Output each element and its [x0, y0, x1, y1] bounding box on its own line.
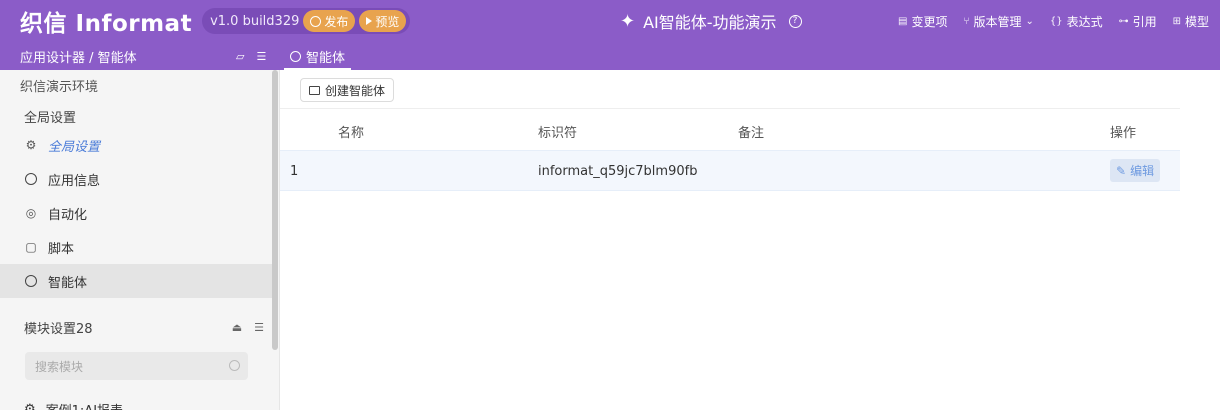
column-header-identifier: 标识符 [538, 126, 578, 141]
reference-label: 引用 [1132, 14, 1157, 29]
sub-header-tools: ▱ ☰ [236, 42, 266, 70]
sidebar-item-label: 全局设置 [48, 139, 101, 155]
sidebar-item-automation[interactable]: ◎ 自动化 [0, 196, 272, 230]
expression-label: 表达式 [1066, 14, 1103, 29]
top-header: 织信 Informat v1.0 build329 发布 预览 ✦ AI智能体-… [0, 0, 1220, 42]
table-row[interactable]: 1 informat_q59jc7blm90fb ✎ 编辑 [280, 150, 1180, 191]
module-icon: ⚙ [24, 402, 36, 410]
edit-label: 编辑 [1130, 164, 1155, 178]
publish-label: 发布 [324, 14, 349, 29]
help-icon[interactable]: ? [788, 14, 802, 28]
create-agent-label: 创建智能体 [325, 83, 386, 98]
list-icon: ▤ [898, 15, 908, 27]
publish-button[interactable]: 发布 [303, 10, 356, 32]
grid-icon: ⊞ [1172, 15, 1182, 27]
header-actions: ▤ 变更项 ⑂ 版本管理 ⌄ {} 表达式 ⊶ 引用 ⊞ 模型 [898, 0, 1209, 42]
agent-tab-icon [290, 50, 301, 62]
upload-icon [310, 15, 322, 27]
row-identifier: informat_q59jc7blm90fb [538, 164, 698, 179]
preview-button[interactable]: 预览 [359, 10, 407, 32]
edit-button[interactable]: ✎ 编辑 [1110, 159, 1161, 182]
folder-icon [309, 85, 320, 95]
info-icon [24, 172, 38, 186]
sort-icon[interactable]: ☰ [254, 321, 264, 334]
search-icon [229, 360, 240, 371]
reference-button[interactable]: ⊶ 引用 [1119, 13, 1157, 30]
column-header-remark: 备注 [738, 126, 765, 141]
module-tools: ⏏ ☰ [232, 321, 264, 334]
outline-icon[interactable]: ☰ [256, 50, 266, 63]
sidebar: 织信演示环境 全局设置 ⚙ 全局设置 应用信息 ◎ 自动化 ▢ 脚本 智能体 模… [0, 70, 280, 410]
sidebar-item-label: 自动化 [48, 207, 88, 223]
module-search-input[interactable]: 搜索模块 [25, 352, 248, 380]
reference-icon: ⊶ [1118, 15, 1129, 27]
sidebar-scrollbar[interactable] [272, 70, 278, 350]
collapse-icon[interactable]: ⏏ [232, 321, 242, 334]
changes-label: 变更项 [911, 14, 948, 29]
sub-header: 应用设计器 / 智能体 ▱ ☰ 智能体 [0, 42, 1220, 70]
version-manage-button[interactable]: ⑂ 版本管理 ⌄ [963, 13, 1033, 30]
play-icon [366, 17, 373, 25]
chevron-down-icon: ⌄ [1025, 15, 1034, 27]
version-manage-label: 版本管理 [973, 14, 1022, 29]
model-button[interactable]: ⊞ 模型 [1173, 13, 1209, 30]
sidebar-item-label: 智能体 [48, 275, 88, 291]
module-item[interactable]: ⚙ 案例1:AI报表 [24, 400, 123, 410]
module-settings-label: 模块设置28 [24, 322, 93, 337]
search-placeholder: 搜索模块 [35, 359, 84, 374]
app-logo[interactable]: 织信 Informat [20, 4, 192, 38]
sidebar-item-agent[interactable]: 智能体 [0, 264, 272, 298]
tab-agent[interactable]: 智能体 [284, 42, 352, 70]
row-index: 1 [290, 164, 299, 179]
automation-icon: ◎ [25, 206, 37, 220]
version-label: v1.0 build329 [210, 13, 300, 29]
model-label: 模型 [1185, 14, 1210, 29]
column-header-actions: 操作 [1110, 126, 1137, 141]
note-icon[interactable]: ▱ [236, 50, 244, 63]
page-title-area: ✦ AI智能体-功能演示 ? [620, 0, 802, 42]
branch-icon: ⑂ [963, 15, 970, 27]
sidebar-item-label: 应用信息 [48, 173, 101, 189]
gear-icon: ⚙ [25, 138, 37, 152]
breadcrumb: 应用设计器 / 智能体 [20, 50, 137, 66]
sidebar-item-label: 脚本 [48, 241, 75, 257]
sparkle-icon: ✦ [620, 10, 636, 32]
expression-button[interactable]: {} 表达式 [1050, 13, 1103, 30]
sidebar-item-app-info[interactable]: 应用信息 [0, 162, 272, 196]
toolbar-divider [280, 108, 1180, 109]
edit-icon: ✎ [1116, 163, 1127, 178]
module-settings-heading: 模块设置28 ⏏ ☰ [24, 318, 264, 337]
create-agent-button[interactable]: 创建智能体 [300, 78, 395, 102]
sidebar-item-script[interactable]: ▢ 脚本 [0, 230, 272, 264]
module-item-label: 案例1:AI报表 [46, 400, 123, 410]
braces-icon: {} [1049, 15, 1063, 27]
main-content: 创建智能体 名称 标识符 备注 操作 1 informat_q59jc7blm9… [280, 70, 1220, 410]
preview-label: 预览 [375, 14, 400, 29]
environment-name: 织信演示环境 [20, 80, 99, 95]
version-badge: v1.0 build329 发布 预览 [202, 8, 411, 34]
changes-button[interactable]: ▤ 变更项 [898, 13, 947, 30]
script-icon: ▢ [25, 240, 37, 254]
sidebar-item-global-settings[interactable]: ⚙ 全局设置 [0, 128, 272, 162]
column-header-name: 名称 [338, 126, 365, 141]
agent-icon [24, 274, 38, 288]
page-title: AI智能体-功能演示 [643, 13, 777, 32]
tab-agent-label: 智能体 [306, 50, 346, 66]
global-settings-heading: 全局设置 [24, 111, 77, 126]
